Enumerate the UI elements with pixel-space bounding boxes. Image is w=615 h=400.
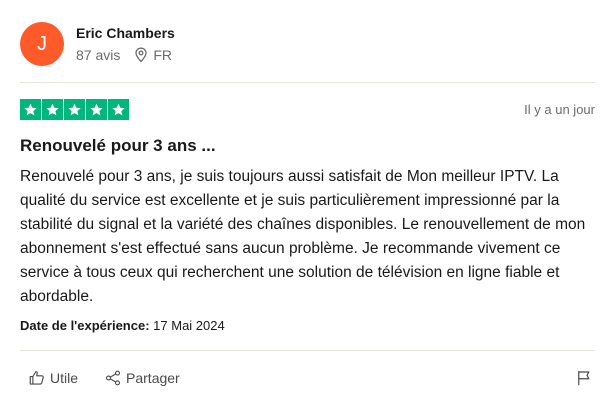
review-card: J Eric Chambers 87 avis FR Il y a un jou… xyxy=(0,0,615,400)
experience-date-label: Date de l'expérience: xyxy=(20,318,150,333)
thumbs-up-icon xyxy=(29,371,44,385)
review-actions: Utile Partager xyxy=(20,366,595,390)
experience-date: Date de l'expérience: 17 Mai 2024 xyxy=(20,318,225,334)
star-icon xyxy=(20,98,41,120)
star-icon xyxy=(86,98,107,120)
star-icon xyxy=(108,98,129,120)
reviewer-country: FR xyxy=(153,47,173,63)
share-button[interactable]: Partager xyxy=(104,369,180,387)
reviewer-info: Eric Chambers 87 avis FR xyxy=(76,24,175,64)
star-rating xyxy=(20,98,129,120)
share-icon xyxy=(106,370,121,386)
useful-label: Utile xyxy=(50,370,79,386)
avatar[interactable]: J xyxy=(20,22,64,66)
footer-divider xyxy=(20,350,595,351)
reviewer-name[interactable]: Eric Chambers xyxy=(76,24,175,42)
header-divider xyxy=(20,82,595,83)
location-pin-icon xyxy=(134,47,148,63)
review-title[interactable]: Renouvelé pour 3 ans ... xyxy=(20,136,216,156)
report-button[interactable] xyxy=(575,369,593,387)
reviewer-meta: 87 avis FR xyxy=(76,46,175,64)
review-count: 87 avis xyxy=(76,47,121,63)
star-icon xyxy=(64,98,85,120)
review-posted-date: Il y a un jour xyxy=(524,101,595,117)
star-icon xyxy=(42,98,63,120)
reviewer-header: J Eric Chambers 87 avis FR xyxy=(20,20,175,68)
experience-date-value: 17 Mai 2024 xyxy=(153,318,225,333)
share-label: Partager xyxy=(126,370,180,386)
useful-button[interactable]: Utile xyxy=(28,369,78,387)
flag-icon xyxy=(578,371,590,386)
avatar-initial: J xyxy=(37,32,47,55)
review-body: Renouvelé pour 3 ans, je suis toujours a… xyxy=(20,168,586,305)
rating-row: Il y a un jour xyxy=(20,98,595,120)
